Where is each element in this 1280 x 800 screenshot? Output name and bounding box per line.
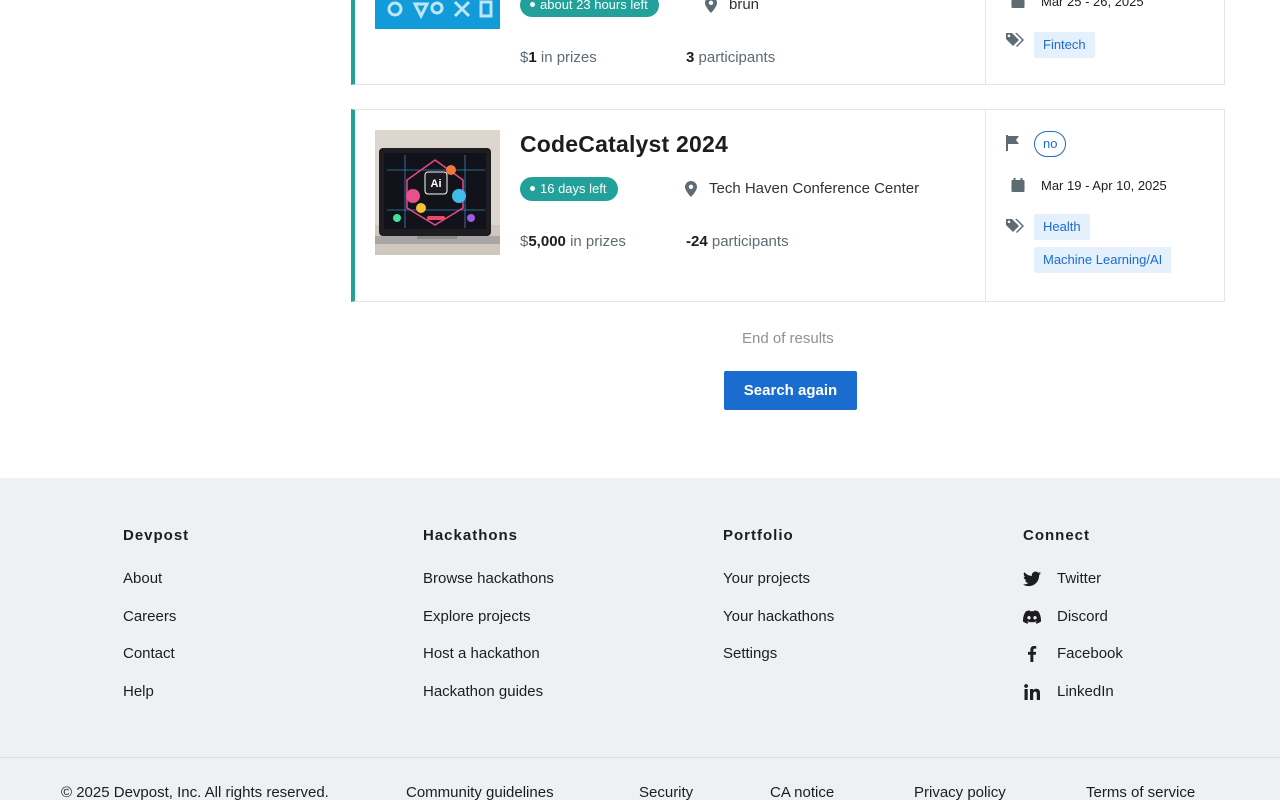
calendar-icon: [1011, 178, 1025, 192]
footer-column-portfolio: Portfolio Your projects Your hackathons …: [723, 527, 834, 683]
footer-link-host-hackathon[interactable]: Host a hackathon: [423, 645, 554, 683]
dates-text: Mar 25 - 26, 2025: [1041, 0, 1144, 9]
prize-label: in prizes: [570, 233, 626, 250]
hackathon-thumbnail[interactable]: [375, 0, 500, 29]
participants: -24 participants: [686, 233, 789, 250]
location: Tech Haven Conference Center: [685, 180, 919, 197]
footer-link-careers[interactable]: Careers: [123, 608, 189, 646]
tags-row: Fintech: [1006, 32, 1095, 65]
time-left-badge: about 23 hours left: [520, 0, 659, 17]
linkedin-label: LinkedIn: [1057, 682, 1114, 700]
card-main: about 23 hours left brun $1 in prizes 3 …: [355, 0, 985, 84]
thumbnail-art: Ai: [375, 130, 500, 255]
map-pin-icon: [705, 0, 717, 13]
footer-heading: Devpost: [123, 527, 190, 544]
footer-column-hackathons: Hackathons Browse hackathons Explore pro…: [423, 527, 554, 720]
tags-icon: [1006, 33, 1024, 47]
tag-list: Fintech: [1024, 32, 1095, 65]
host-pill[interactable]: no: [1034, 131, 1067, 157]
search-again-button[interactable]: Search again: [724, 371, 857, 410]
footer-link-community-guidelines[interactable]: Community guidelines: [406, 784, 554, 800]
footer-link-about[interactable]: About: [123, 570, 189, 608]
card-sidebar: no Mar 19 - Apr 10, 2025 Health Machine …: [985, 110, 1224, 301]
location-text: Tech Haven Conference Center: [709, 180, 920, 197]
theme-tag[interactable]: Health: [1034, 214, 1090, 240]
dates-text: Mar 19 - Apr 10, 2025: [1041, 178, 1167, 193]
host-row: no: [1006, 131, 1067, 157]
end-of-results: End of results: [742, 330, 834, 347]
footer-link-linkedin[interactable]: LinkedIn: [1023, 683, 1123, 721]
footer-link-ca-notice[interactable]: CA notice: [770, 784, 834, 800]
hackathon-thumbnail[interactable]: Ai: [375, 130, 500, 255]
footer-heading: Hackathons: [423, 527, 519, 544]
time-left-badge: 16 days left: [520, 177, 618, 201]
dates-row: Mar 25 - 26, 2025: [1006, 0, 1144, 9]
flag-icon: [1006, 135, 1019, 151]
footer-link-facebook[interactable]: Facebook: [1023, 645, 1123, 683]
location: brun: [705, 0, 759, 13]
theme-tag[interactable]: Fintech: [1034, 32, 1095, 58]
prize-value: 1: [528, 49, 537, 66]
calendar-icon: [1011, 0, 1025, 8]
footer-link-browse-hackathons[interactable]: Browse hackathons: [423, 570, 554, 608]
map-pin-icon: [685, 180, 697, 197]
footer-heading: Connect: [1023, 527, 1090, 544]
participants-count: 3: [686, 49, 695, 66]
prize-value: 5,000: [528, 233, 566, 250]
participants-label: participants: [698, 49, 776, 66]
participants-count: -24: [686, 233, 708, 250]
footer-link-hackathon-guides[interactable]: Hackathon guides: [423, 683, 554, 721]
prize-amount: $5,000 in prizes: [520, 233, 626, 250]
participants-label: participants: [711, 233, 789, 250]
footer-link-your-projects[interactable]: Your projects: [723, 570, 834, 608]
thumbnail-art: [375, 0, 500, 29]
facebook-icon: [1028, 646, 1037, 662]
twitter-icon: [1023, 571, 1041, 587]
dates-row: Mar 19 - Apr 10, 2025: [1006, 178, 1167, 193]
twitter-label: Twitter: [1057, 570, 1102, 587]
footer-link-your-hackathons[interactable]: Your hackathons: [723, 608, 834, 646]
footer-link-explore-projects[interactable]: Explore projects: [423, 608, 554, 646]
thumbnail-ai-text: Ai: [431, 178, 442, 190]
theme-tag[interactable]: Machine Learning/AI: [1034, 247, 1172, 273]
footer-link-help[interactable]: Help: [123, 683, 189, 721]
footer-link-privacy-policy[interactable]: Privacy policy: [914, 784, 1006, 800]
footer-link-terms-of-service[interactable]: Terms of service: [1086, 784, 1195, 800]
prize-amount: $1 in prizes: [520, 49, 597, 66]
tags-icon: [1006, 219, 1024, 233]
footer-link-twitter[interactable]: Twitter: [1023, 570, 1123, 608]
tags-row: Health Machine Learning/AI: [1006, 214, 1172, 280]
site-footer: Devpost About Careers Contact Help Hacka…: [0, 478, 1280, 800]
footer-divider: [0, 757, 1280, 758]
footer-heading: Portfolio: [723, 527, 794, 544]
footer-column-devpost: Devpost About Careers Contact Help: [123, 527, 189, 720]
facebook-label: Facebook: [1057, 645, 1123, 662]
hackathon-card[interactable]: about 23 hours left brun $1 in prizes 3 …: [351, 0, 1225, 85]
footer-column-connect: Connect Twitter Discord Facebook LinkedI…: [1023, 527, 1123, 720]
footer-link-contact[interactable]: Contact: [123, 645, 189, 683]
card-sidebar: Mar 25 - 26, 2025 Fintech: [985, 0, 1224, 84]
linkedin-icon: [1024, 683, 1040, 700]
card-main: Ai CodeCatalyst 2024 16 days left Tech H…: [355, 110, 985, 301]
footer-link-discord[interactable]: Discord: [1023, 608, 1123, 646]
copyright: © 2025 Devpost, Inc. All rights reserved…: [61, 784, 329, 800]
footer-link-security[interactable]: Security: [639, 784, 693, 800]
discord-icon: [1023, 609, 1041, 624]
hackathon-card[interactable]: Ai CodeCatalyst 2024 16 days left Tech H…: [351, 109, 1225, 302]
location-text: brun: [729, 0, 760, 13]
hackathon-title[interactable]: CodeCatalyst 2024: [520, 131, 728, 158]
tag-list: Health Machine Learning/AI: [1024, 214, 1172, 280]
participants: 3 participants: [686, 49, 775, 66]
prize-label: in prizes: [540, 49, 597, 66]
discord-label: Discord: [1057, 607, 1108, 625]
footer-link-settings[interactable]: Settings: [723, 645, 834, 683]
